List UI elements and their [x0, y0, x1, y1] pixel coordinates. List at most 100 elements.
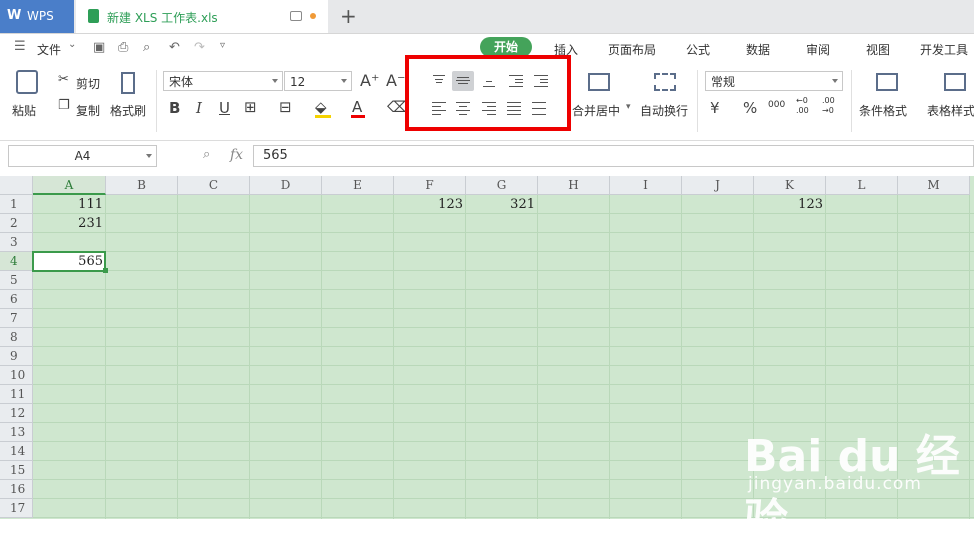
cell-k1[interactable]: 123 — [754, 195, 826, 214]
column-header-h[interactable]: H — [538, 176, 610, 195]
new-tab-button[interactable]: + — [340, 4, 357, 28]
zoom-icon[interactable]: ⌕ — [203, 147, 210, 162]
chevron-down-icon[interactable]: ▾ — [626, 102, 631, 112]
bold-button[interactable]: B — [169, 99, 180, 117]
tab-page-layout[interactable]: 页面布局 — [608, 41, 656, 58]
table-style-button[interactable]: 表格样式 — [927, 102, 974, 119]
column-header-k[interactable]: K — [754, 176, 826, 195]
gridline — [249, 195, 250, 519]
row-header-2[interactable]: 2 — [0, 214, 33, 233]
formula-input[interactable]: 565 — [253, 145, 974, 167]
undo-icon[interactable]: ↶ — [169, 40, 180, 55]
print-icon[interactable]: ⎙ — [118, 40, 128, 55]
row-header-1[interactable]: 1 — [0, 195, 33, 214]
currency-icon[interactable]: ¥ — [710, 99, 720, 117]
conditional-format-button[interactable]: 条件格式 — [859, 102, 907, 119]
column-header-a[interactable]: A — [33, 176, 106, 195]
thousands-separator-button[interactable]: 000 — [768, 100, 785, 110]
cell-f1[interactable]: 123 — [394, 195, 466, 214]
wps-home-tab[interactable]: W WPS — [0, 0, 74, 33]
number-format-select[interactable]: 常规 — [705, 71, 843, 91]
chevron-down-icon[interactable]: ⌄ — [68, 39, 76, 50]
paste-button[interactable]: 粘贴 — [12, 102, 36, 119]
row-header-12[interactable]: 12 — [0, 404, 33, 423]
column-header-i[interactable]: I — [610, 176, 682, 195]
format-painter-icon[interactable] — [121, 72, 135, 94]
column-header-m[interactable]: M — [898, 176, 970, 195]
column-header-b[interactable]: B — [106, 176, 178, 195]
merge-center-icon[interactable] — [588, 73, 610, 91]
column-header-d[interactable]: D — [250, 176, 322, 195]
merge-center-button[interactable]: 合并居中 — [572, 102, 620, 119]
column-header-e[interactable]: E — [322, 176, 394, 195]
increase-decimal-button[interactable]: ←0 .00 — [796, 96, 814, 116]
monitor-icon[interactable] — [290, 11, 302, 21]
tab-data[interactable]: 数据 — [746, 41, 770, 58]
copy-icon[interactable]: ❐ — [58, 98, 70, 113]
fill-pattern-icon[interactable]: ⊟ — [279, 98, 292, 116]
row-header-9[interactable]: 9 — [0, 347, 33, 366]
cell-a2[interactable]: 231 — [33, 214, 106, 233]
cut-button[interactable]: 剪切 — [76, 75, 100, 92]
increase-font-icon[interactable]: A⁺ — [360, 71, 379, 90]
name-box-value: A4 — [74, 149, 91, 163]
column-header-c[interactable]: C — [178, 176, 250, 195]
watermark-url: jingyan.baidu.com — [748, 474, 922, 494]
save-icon[interactable]: ▣ — [93, 40, 105, 55]
row-header-17[interactable]: 17 — [0, 499, 33, 518]
fill-color-icon[interactable]: ⬙ — [315, 98, 327, 116]
row-header-6[interactable]: 6 — [0, 290, 33, 309]
underline-button[interactable]: U — [219, 99, 230, 117]
select-all-corner[interactable] — [0, 176, 33, 195]
font-name-select[interactable]: 宋体 — [163, 71, 283, 91]
row-header-10[interactable]: 10 — [0, 366, 33, 385]
wrap-text-icon[interactable] — [654, 73, 676, 91]
wrap-text-button[interactable]: 自动换行 — [640, 102, 688, 119]
name-box[interactable]: A4 — [8, 145, 157, 167]
percent-button[interactable]: % — [743, 99, 757, 117]
row-header-3[interactable]: 3 — [0, 233, 33, 252]
paste-icon[interactable] — [16, 70, 38, 94]
table-style-icon[interactable] — [944, 73, 966, 91]
fx-icon[interactable]: fx — [230, 147, 243, 163]
font-size-select[interactable]: 12 — [284, 71, 352, 91]
gridline — [33, 251, 974, 252]
customize-toolbar-icon[interactable]: ▿ — [220, 40, 225, 51]
tab-view[interactable]: 视图 — [866, 41, 890, 58]
conditional-format-icon[interactable] — [876, 73, 898, 91]
cell-a1[interactable]: 111 — [33, 195, 106, 214]
copy-button[interactable]: 复制 — [76, 102, 100, 119]
decrease-font-icon[interactable]: A⁻ — [386, 71, 405, 90]
tab-developer[interactable]: 开发工具 — [920, 41, 968, 58]
print-preview-icon[interactable]: ⌕ — [143, 40, 150, 55]
scissors-icon[interactable]: ✂ — [58, 72, 69, 87]
row-header-16[interactable]: 16 — [0, 480, 33, 499]
italic-button[interactable]: I — [196, 99, 202, 117]
row-header-8[interactable]: 8 — [0, 328, 33, 347]
column-header-g[interactable]: G — [466, 176, 538, 195]
row-header-11[interactable]: 11 — [0, 385, 33, 404]
column-header-j[interactable]: J — [682, 176, 754, 195]
formula-bar: A4 ⌕ fx 565 — [0, 141, 974, 176]
row-header-15[interactable]: 15 — [0, 461, 33, 480]
format-painter-button[interactable]: 格式刷 — [110, 102, 146, 119]
cell-g1[interactable]: 321 — [466, 195, 538, 214]
column-header-l[interactable]: L — [826, 176, 898, 195]
borders-icon[interactable]: ⊞ — [244, 98, 257, 116]
tab-review[interactable]: 审阅 — [806, 41, 830, 58]
font-color-icon[interactable]: A — [352, 98, 362, 116]
file-menu[interactable]: 文件 — [37, 41, 61, 58]
row-header-7[interactable]: 7 — [0, 309, 33, 328]
row-header-4[interactable]: 4 — [0, 252, 33, 271]
tab-home[interactable]: 开始 — [480, 37, 532, 57]
row-header-13[interactable]: 13 — [0, 423, 33, 442]
redo-icon[interactable]: ↷ — [194, 40, 205, 55]
row-header-5[interactable]: 5 — [0, 271, 33, 290]
cell-a4[interactable]: 565 — [33, 252, 106, 271]
hamburger-menu-icon[interactable]: ☰ — [14, 39, 26, 54]
column-header-f[interactable]: F — [394, 176, 466, 195]
document-tab[interactable]: 新建 XLS 工作表.xls — [76, 0, 328, 33]
tab-formulas[interactable]: 公式 — [686, 41, 710, 58]
decrease-decimal-button[interactable]: .00 →0 — [822, 96, 840, 116]
row-header-14[interactable]: 14 — [0, 442, 33, 461]
